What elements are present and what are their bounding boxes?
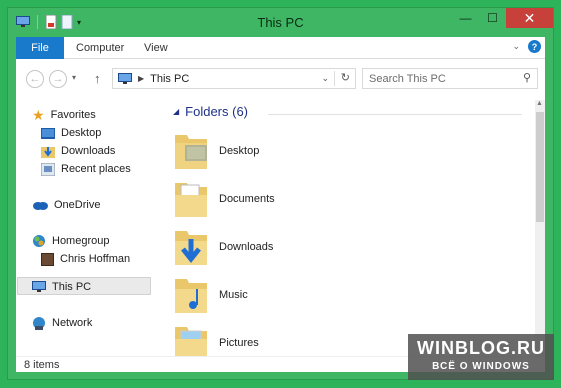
sidebar-item-label: Desktop: [61, 127, 102, 139]
tab-computer[interactable]: Computer: [76, 37, 124, 59]
documents-folder-icon: [175, 183, 207, 217]
star-icon: ★: [32, 106, 45, 123]
sidebar-item-user[interactable]: Chris Hoffman: [41, 250, 130, 268]
address-divider: [334, 71, 335, 86]
watermark-subtitle: ВСЁ О WINDOWS: [432, 361, 530, 372]
desktop-icon: [41, 127, 55, 139]
chevron-down-icon: ▾: [72, 73, 77, 82]
forward-button[interactable]: →: [49, 70, 67, 88]
search-input[interactable]: Search This PC: [369, 73, 446, 85]
music-folder-icon: [175, 279, 207, 313]
group-title: Folders (6): [185, 104, 249, 119]
sidebar-item-recent-places[interactable]: Recent places: [41, 160, 131, 178]
tab-view[interactable]: View: [144, 37, 168, 59]
address-dropdown-icon[interactable]: ⌄: [321, 73, 329, 84]
recent-places-icon: [41, 162, 55, 176]
sidebar-item-label: Downloads: [61, 145, 116, 157]
window-body: File Computer View ⌄ ? ← → ▾ ↑ ▶ This PC…: [16, 37, 545, 372]
breadcrumb-this-pc[interactable]: This PC: [150, 73, 189, 85]
ribbon-tabs: File Computer View ⌄ ?: [16, 37, 545, 59]
close-button[interactable]: ✕: [506, 8, 553, 28]
computer-icon: [32, 281, 46, 292]
search-box[interactable]: Search This PC ⚲: [362, 68, 538, 89]
file-list: ◢ Folders (6) Desktop Documents Download…: [159, 100, 535, 356]
folder-label: Downloads: [219, 241, 274, 253]
folders-group-header[interactable]: ◢ Folders (6): [173, 104, 248, 119]
refresh-icon[interactable]: ↻: [341, 71, 350, 84]
watermark: WINBLOG.RU ВСЁ О WINDOWS: [408, 334, 554, 380]
help-icon[interactable]: ?: [528, 40, 541, 53]
item-count: 8 items: [24, 359, 60, 371]
minimize-button[interactable]: —: [452, 8, 479, 28]
breadcrumb-separator-icon[interactable]: ▶: [138, 74, 144, 83]
network-icon: [33, 316, 45, 330]
vertical-scrollbar[interactable]: ▲: [535, 100, 545, 356]
up-button[interactable]: ↑: [94, 71, 101, 86]
sidebar-item-this-pc[interactable]: This PC: [32, 278, 91, 296]
explorer-window: ▾ This PC — ☐ ✕ File Computer View ⌄ ? ←…: [7, 7, 554, 380]
group-divider: [268, 114, 522, 115]
sidebar-item-label: OneDrive: [54, 199, 101, 211]
forward-arrow-icon: →: [52, 73, 64, 85]
folder-label: Pictures: [219, 337, 259, 349]
scroll-thumb[interactable]: [536, 112, 544, 222]
title-bar[interactable]: ▾ This PC — ☐ ✕: [8, 8, 553, 37]
ribbon-right-controls: ⌄ ?: [512, 40, 541, 53]
sidebar-item-label: Chris Hoffman: [60, 253, 131, 265]
sidebar-item-label: Network: [52, 317, 93, 329]
computer-icon: [118, 72, 132, 84]
sidebar-item-favorites[interactable]: ★ Favorites: [32, 106, 96, 124]
back-button[interactable]: ←: [26, 70, 44, 88]
search-icon[interactable]: ⚲: [523, 71, 531, 84]
folder-label: Music: [219, 289, 248, 301]
sidebar-item-downloads[interactable]: Downloads: [41, 142, 115, 160]
sidebar-item-label: Homegroup: [52, 235, 110, 247]
maximize-button[interactable]: ☐: [479, 8, 506, 28]
folder-desktop[interactable]: Desktop: [173, 128, 473, 174]
watermark-title: WINBLOG.RU: [417, 338, 545, 358]
sidebar-item-label: Favorites: [50, 109, 96, 121]
sidebar-item-label: This PC: [52, 281, 92, 293]
pictures-folder-icon: [175, 327, 207, 356]
sidebar-item-network[interactable]: Network: [32, 314, 92, 332]
up-arrow-icon: ↑: [94, 71, 101, 86]
downloads-icon: [41, 146, 55, 158]
homegroup-icon: [33, 235, 45, 247]
sidebar-item-desktop[interactable]: Desktop: [41, 124, 101, 142]
tab-file[interactable]: File: [16, 37, 64, 59]
recent-locations-button[interactable]: ▾: [72, 73, 76, 82]
navigation-bar: ← → ▾ ↑ ▶ This PC ⌄ ↻ Search This PC ⚲: [16, 60, 545, 100]
sidebar-item-onedrive[interactable]: OneDrive: [32, 196, 100, 214]
folder-music[interactable]: Music: [173, 272, 473, 318]
desktop-folder-icon: [175, 135, 207, 169]
chevron-down-icon[interactable]: ⌄: [512, 41, 520, 52]
folder-label: Desktop: [219, 145, 260, 157]
navigation-pane: ★ Favorites Desktop Downloads Recent pla…: [16, 100, 151, 356]
sidebar-item-label: Recent places: [61, 163, 131, 175]
chevron-down-icon[interactable]: ◢: [173, 107, 179, 116]
address-bar[interactable]: ▶ This PC ⌄ ↻: [112, 68, 356, 89]
folder-label: Documents: [219, 193, 275, 205]
scroll-up-icon[interactable]: ▲: [536, 100, 543, 107]
folder-downloads[interactable]: Downloads: [173, 224, 473, 270]
window-controls: — ☐ ✕: [452, 8, 553, 28]
downloads-folder-icon: [175, 231, 207, 265]
cloud-icon: [33, 202, 48, 210]
sidebar-item-homegroup[interactable]: Homegroup: [32, 232, 109, 250]
folder-documents[interactable]: Documents: [173, 176, 473, 222]
back-arrow-icon: ←: [29, 73, 41, 85]
avatar: [41, 252, 54, 266]
